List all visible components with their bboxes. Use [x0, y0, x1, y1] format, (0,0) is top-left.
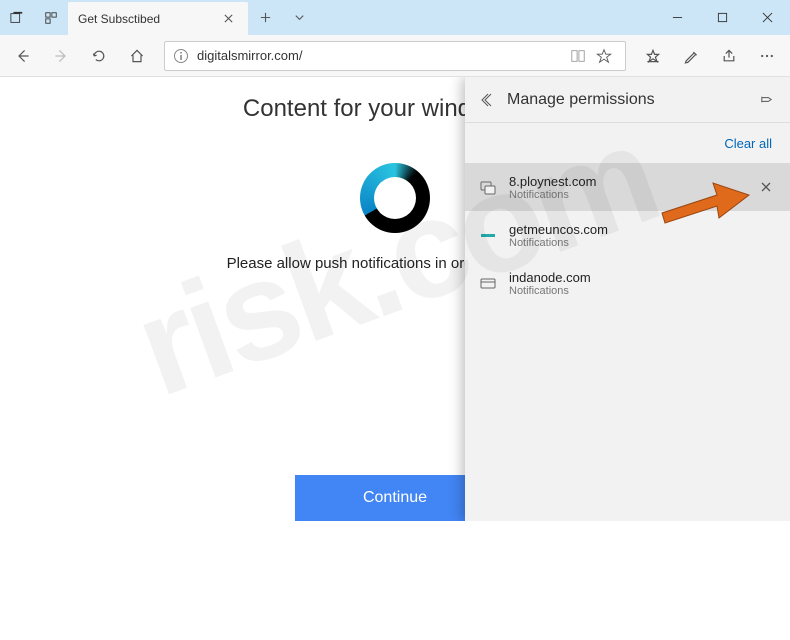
- minimize-button[interactable]: [655, 0, 700, 35]
- permissions-panel: Manage permissions Clear all 8.ploynest.…: [465, 77, 790, 521]
- annotation-arrow-icon: [657, 173, 752, 233]
- panel-title: Manage permissions: [503, 91, 752, 109]
- favorite-icon[interactable]: [591, 48, 617, 64]
- site-icon: [477, 272, 499, 294]
- site-info-icon[interactable]: [173, 48, 189, 64]
- close-window-button[interactable]: [745, 0, 790, 35]
- new-tab-button[interactable]: [248, 0, 282, 35]
- tab-menu-button[interactable]: [282, 0, 316, 35]
- tab-close-button[interactable]: [218, 13, 238, 24]
- tabs-aside-button[interactable]: [0, 0, 34, 35]
- site-icon: [477, 224, 499, 246]
- permission-item[interactable]: indanode.com Notifications: [465, 259, 790, 307]
- panel-subheader: Clear all: [465, 123, 790, 163]
- home-button[interactable]: [120, 39, 154, 73]
- permission-domain: indanode.com: [509, 270, 778, 285]
- titlebar: Get Subsctibed: [0, 0, 790, 35]
- panel-header: Manage permissions: [465, 77, 790, 123]
- favorites-button[interactable]: [636, 39, 670, 73]
- clear-all-button[interactable]: Clear all: [724, 136, 772, 151]
- content-area: Content for your windows 10 Please allow…: [0, 77, 790, 521]
- url-input[interactable]: [197, 48, 565, 63]
- permission-remove-button[interactable]: [754, 175, 778, 199]
- permission-label: Notifications: [509, 237, 778, 249]
- panel-back-button[interactable]: [475, 92, 503, 108]
- maximize-button[interactable]: [700, 0, 745, 35]
- toolbar: [0, 35, 790, 77]
- browser-tab[interactable]: Get Subsctibed: [68, 2, 248, 35]
- tabs-list-button[interactable]: [34, 0, 68, 35]
- address-bar[interactable]: [164, 41, 626, 71]
- panel-pin-button[interactable]: [752, 92, 780, 107]
- permission-label: Notifications: [509, 285, 778, 297]
- reading-view-icon[interactable]: [565, 48, 591, 64]
- tab-title: Get Subsctibed: [78, 12, 218, 26]
- notes-button[interactable]: [674, 39, 708, 73]
- site-icon: [477, 176, 499, 198]
- forward-button[interactable]: [44, 39, 78, 73]
- refresh-button[interactable]: [82, 39, 116, 73]
- share-button[interactable]: [712, 39, 746, 73]
- back-button[interactable]: [6, 39, 40, 73]
- spinner-icon: [360, 163, 430, 233]
- settings-menu-button[interactable]: [750, 39, 784, 73]
